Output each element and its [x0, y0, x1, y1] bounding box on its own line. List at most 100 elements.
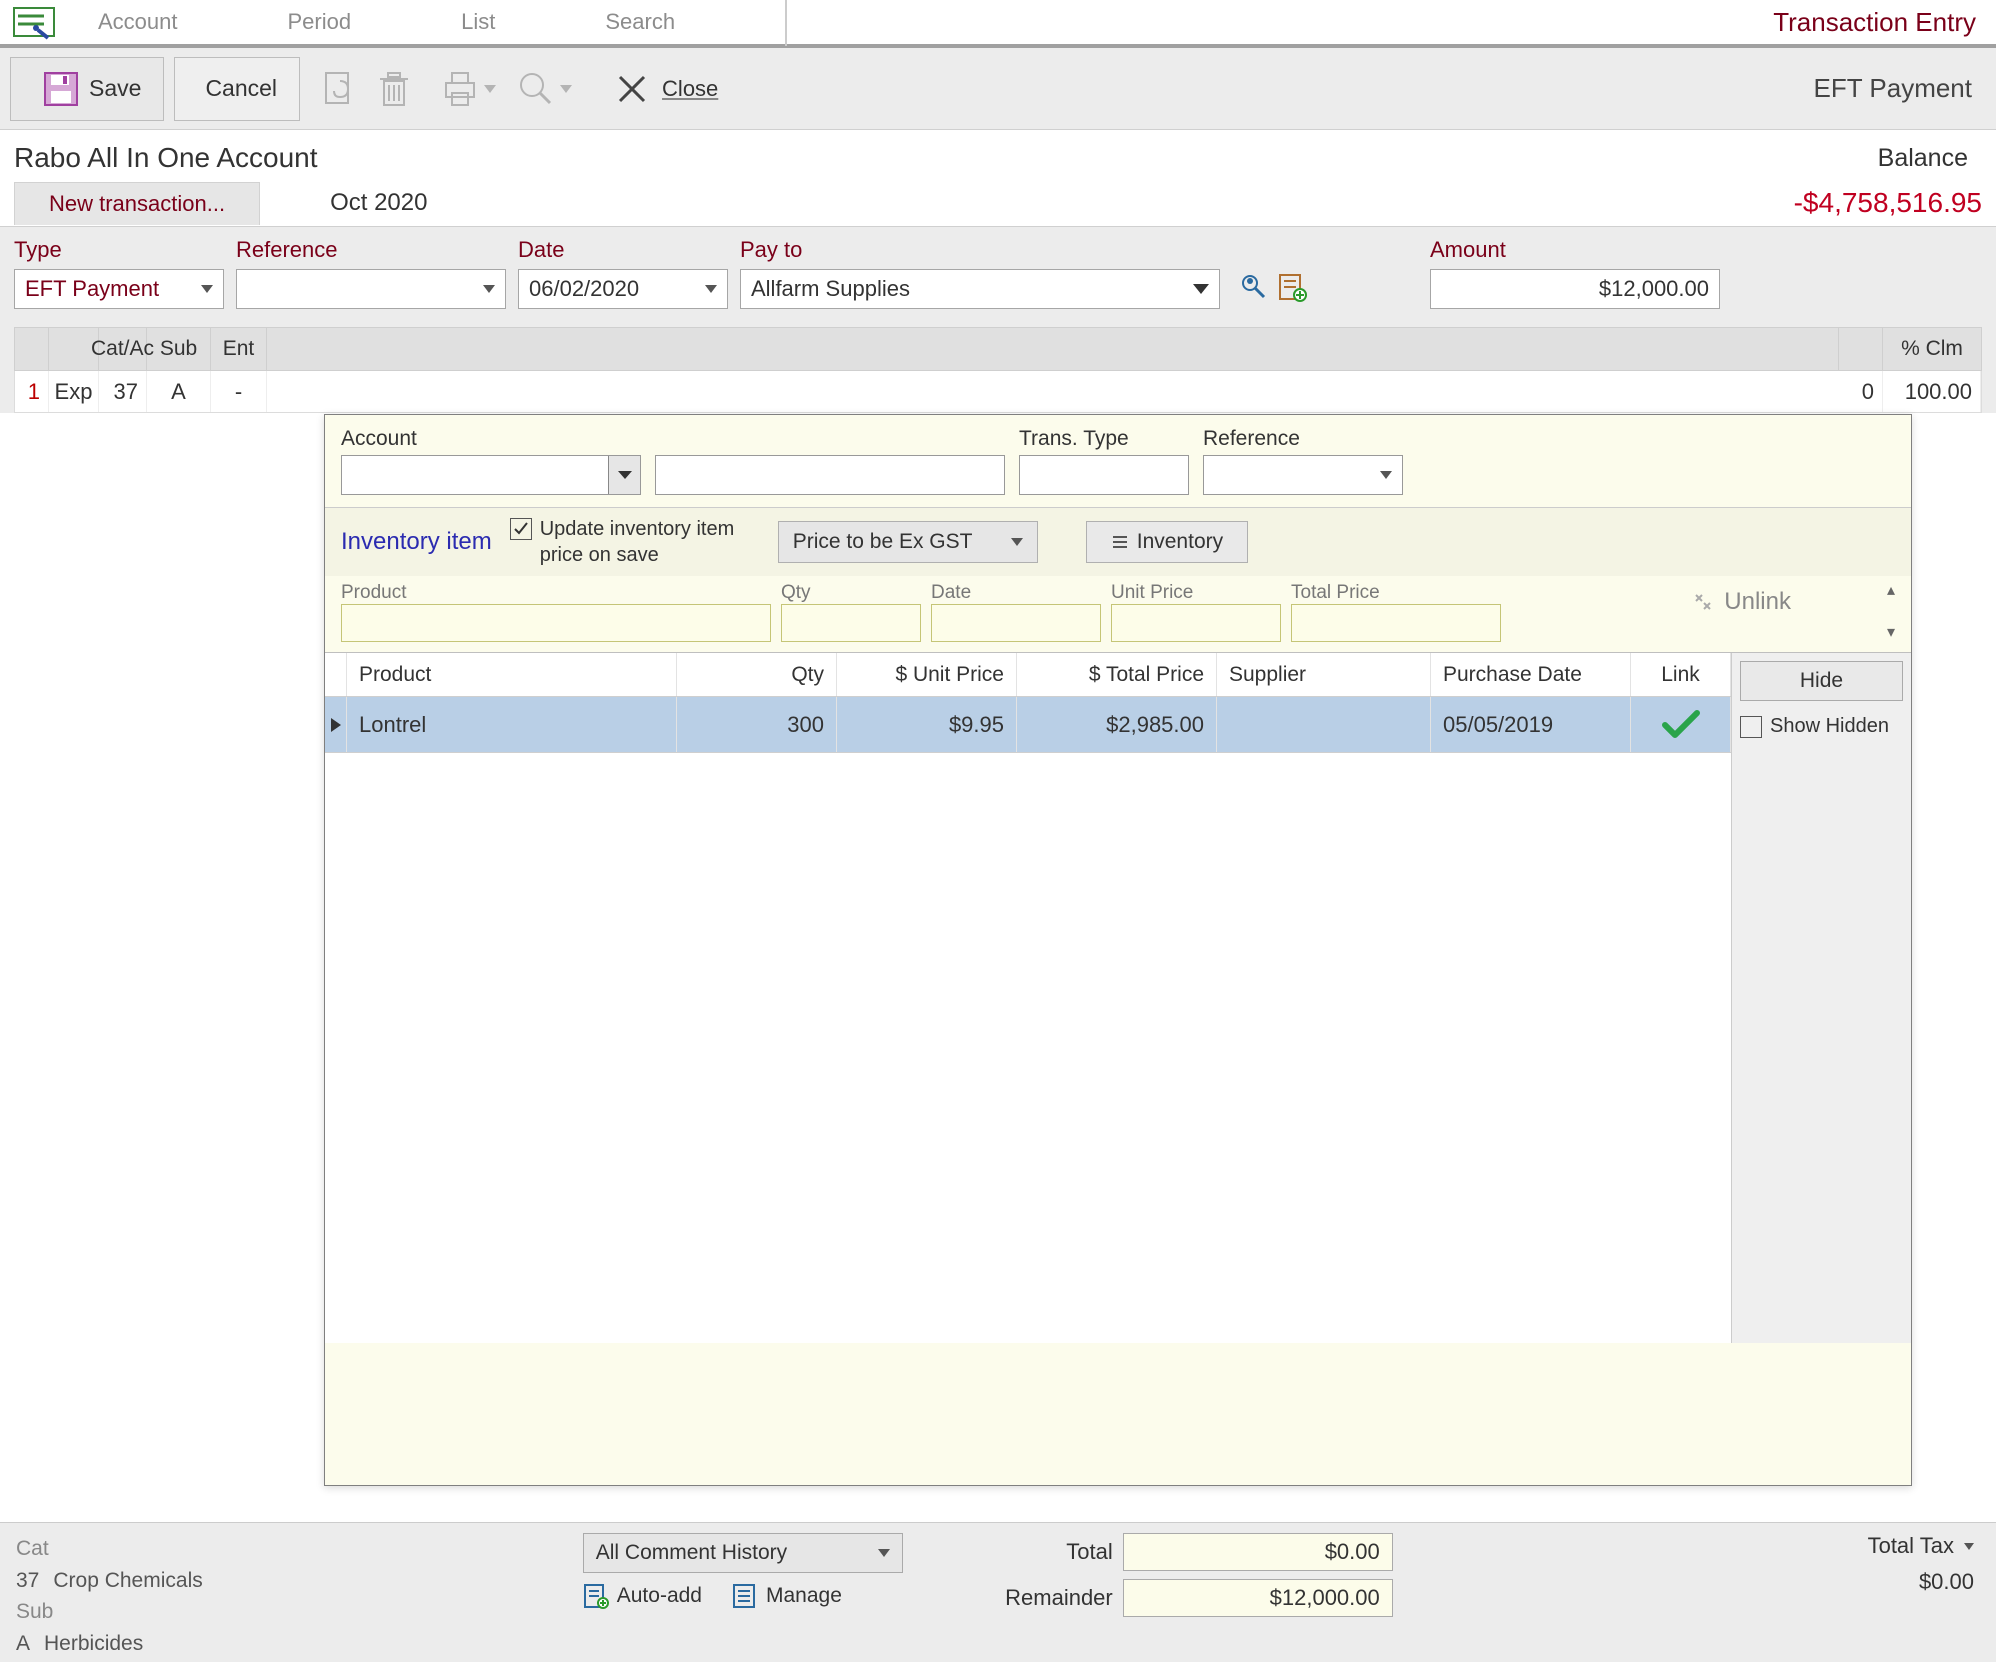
entry-qty-input[interactable] [781, 604, 921, 642]
menu-search[interactable]: Search [605, 9, 675, 35]
reference-input[interactable] [236, 269, 506, 309]
title-divider [785, 0, 787, 46]
trans-type-label: Trans. Type [1019, 427, 1189, 451]
category-display: Cat 37Crop Chemicals Sub AHerbicides [16, 1533, 203, 1659]
total-label: Total [973, 1539, 1113, 1565]
tax-label: Total Tax [1868, 1533, 1954, 1559]
save-label: Save [89, 75, 141, 102]
grid-qty-col[interactable]: Qty [677, 653, 837, 696]
trans-type-input[interactable] [1019, 455, 1189, 495]
close-label: Close [662, 76, 718, 102]
cat-name: Crop Chemicals [53, 1565, 202, 1597]
inventory-grid-main: Product Qty $ Unit Price $ Total Price S… [325, 653, 1731, 1343]
update-price-label: Update inventory item price on save [540, 516, 760, 568]
magnifier-icon [516, 69, 556, 109]
reference-field: Reference [236, 237, 506, 309]
line-clm: 100.00 [1883, 371, 1981, 412]
chevron-down-icon[interactable] [1964, 1543, 1974, 1550]
grid-supplier-col[interactable]: Supplier [1217, 653, 1431, 696]
payto-action-icons [1238, 265, 1308, 309]
menu-period[interactable]: Period [288, 9, 352, 35]
chevron-down-icon [1193, 284, 1209, 294]
date-input[interactable]: 06/02/2020 [518, 269, 728, 309]
sub-name: Herbicides [44, 1628, 143, 1660]
menu-list[interactable]: List [461, 9, 495, 35]
row-date: 05/05/2019 [1431, 697, 1631, 752]
attach-delete-group [310, 69, 422, 109]
col-catac: Cat/Ac [99, 328, 147, 370]
unlink-button[interactable]: Unlink [1690, 588, 1791, 616]
print-group[interactable] [440, 69, 498, 109]
remainder-value: $12,000.00 [1123, 1579, 1393, 1617]
entry-total-price-input[interactable] [1291, 604, 1501, 642]
scroll-down-icon[interactable]: ▾ [1887, 622, 1895, 642]
type-select[interactable]: EFT Payment [14, 269, 224, 309]
cat-code: 37 [16, 1565, 39, 1597]
check-icon [1661, 709, 1701, 741]
entry-unit-price-input[interactable] [1111, 604, 1281, 642]
popup-top-row: Account - none - Trans. Type Reference [325, 415, 1911, 507]
entry-date-input[interactable] [931, 604, 1101, 642]
row-total-price: $2,985.00 [1017, 697, 1217, 752]
hide-button[interactable]: Hide [1740, 661, 1903, 701]
inventory-button[interactable]: Inventory [1086, 521, 1248, 563]
date-field: Date 06/02/2020 [518, 237, 728, 309]
grid-row-1[interactable]: Lontrel 300 $9.95 $2,985.00 05/05/2019 [325, 697, 1731, 753]
line-num: 1 [15, 371, 49, 412]
reference-label: Reference [236, 237, 506, 263]
add-note-icon[interactable] [1276, 271, 1308, 303]
auto-add-icon [583, 1583, 609, 1609]
inventory-item-label: Inventory item [341, 528, 492, 556]
update-price-checkbox[interactable]: Update inventory item price on save [510, 516, 760, 568]
trash-icon[interactable] [374, 69, 414, 109]
payto-value: Allfarm Supplies [751, 276, 910, 302]
inventory-entry-row: Product Qty Date Unit Price Total Price … [325, 576, 1911, 652]
amount-input[interactable]: $12,000.00 [1430, 269, 1720, 309]
entry-scroll[interactable]: ▴ ▾ [1879, 580, 1903, 642]
line-row-1[interactable]: 1 Exp 37 A - 0 100.00 [14, 371, 1982, 413]
line-kind: Exp [49, 371, 99, 412]
search-group[interactable] [516, 69, 574, 109]
entry-product-input[interactable] [341, 604, 771, 642]
comment-history-select[interactable]: All Comment History [583, 1533, 903, 1573]
inventory-bar: Inventory item Update inventory item pri… [325, 507, 1911, 576]
type-field: Type EFT Payment [14, 237, 224, 309]
grid-link-col[interactable]: Link [1631, 653, 1731, 696]
balance-value: -$4,758,516.95 [1794, 187, 1996, 219]
col-gap [267, 328, 1839, 370]
scroll-up-icon[interactable]: ▴ [1887, 580, 1895, 600]
line-zero: 0 [1839, 371, 1883, 412]
account-header: Rabo All In One Account Balance [0, 130, 1996, 180]
search-dropdown[interactable] [556, 74, 574, 104]
show-hidden-checkbox[interactable]: Show Hidden [1740, 715, 1903, 738]
tab-new-transaction[interactable]: New transaction... [14, 182, 260, 225]
price-basis-select[interactable]: Price to be Ex GST [778, 521, 1038, 563]
totals: Total$0.00 Remainder$12,000.00 [973, 1533, 1393, 1625]
field-row: Type EFT Payment Reference Date 06/02/20… [14, 237, 1982, 309]
cancel-button[interactable]: Cancel [174, 57, 300, 121]
print-dropdown[interactable] [480, 74, 498, 104]
grid-date-col[interactable]: Purchase Date [1431, 653, 1631, 696]
remainder-label: Remainder [973, 1585, 1113, 1611]
find-contact-icon[interactable] [1238, 271, 1270, 303]
account-select[interactable]: - none - [341, 455, 641, 495]
entry-unit-price-label: Unit Price [1111, 582, 1281, 604]
cat-label: Cat [16, 1533, 49, 1565]
account-name: Rabo All In One Account [14, 142, 318, 174]
grid-sel-col [325, 653, 347, 696]
auto-add-button[interactable]: Auto-add [583, 1583, 702, 1609]
list-icon [1111, 533, 1129, 551]
manage-button[interactable]: Manage [732, 1583, 842, 1609]
payto-select[interactable]: Allfarm Supplies [740, 269, 1220, 309]
attachment-icon[interactable] [318, 69, 358, 109]
grid-unitprice-col[interactable]: $ Unit Price [837, 653, 1017, 696]
grid-totalprice-col[interactable]: $ Total Price [1017, 653, 1217, 696]
menu-account[interactable]: Account [98, 9, 178, 35]
close-group[interactable]: Close [612, 69, 718, 109]
save-button[interactable]: Save [10, 57, 164, 121]
row-link-check[interactable] [1631, 697, 1731, 752]
account-detail-input[interactable] [655, 455, 1005, 495]
popup-ref-select[interactable] [1203, 455, 1403, 495]
entry-date-label: Date [931, 582, 1101, 604]
grid-product-col[interactable]: Product [347, 653, 677, 696]
